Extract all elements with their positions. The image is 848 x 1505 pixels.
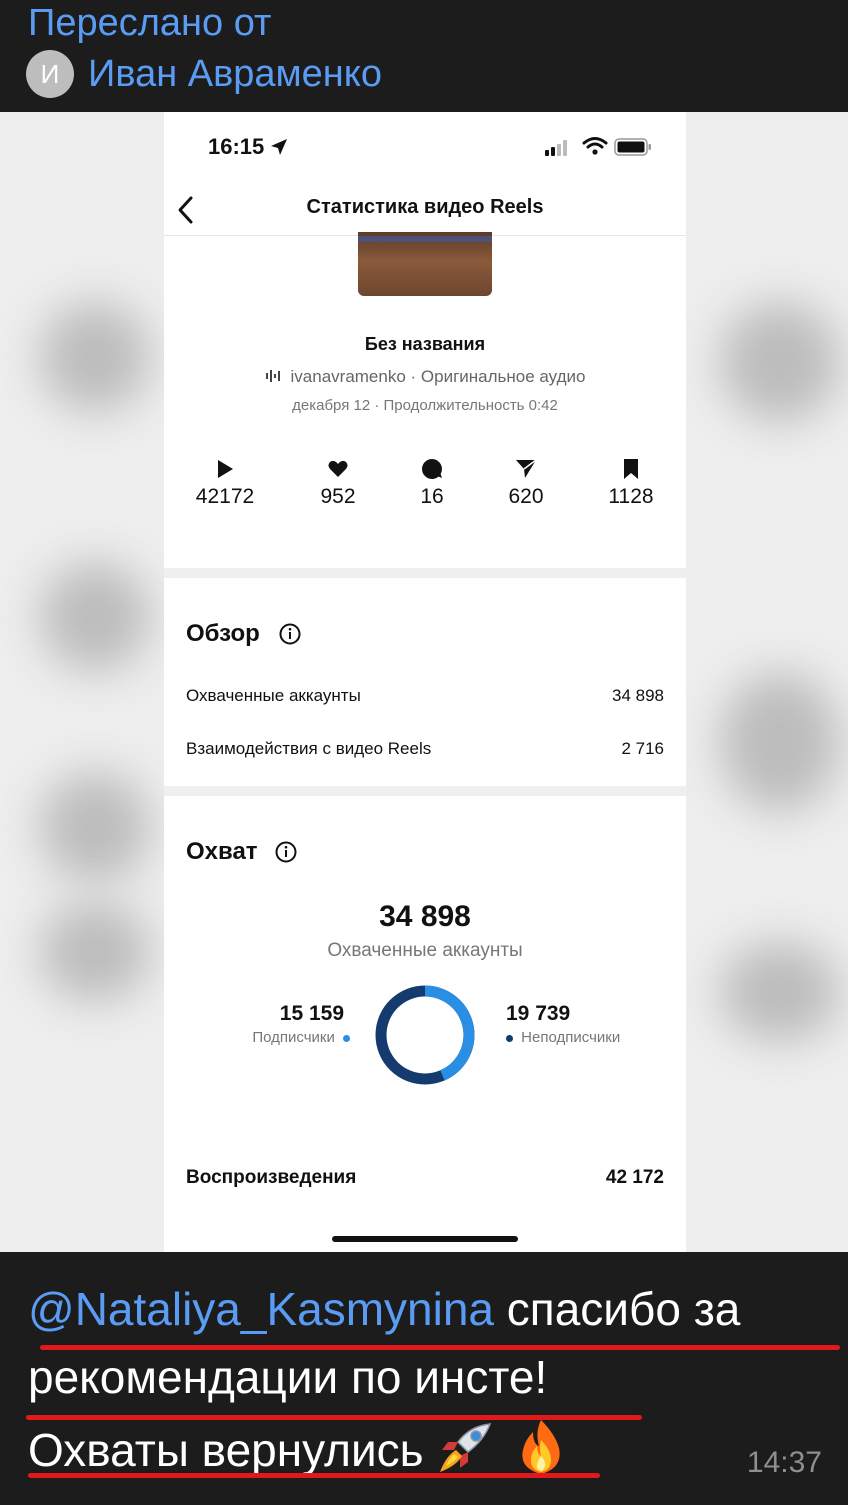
overview-row-label: Взаимодействия с видео Reels [186, 739, 432, 758]
play-icon [218, 460, 233, 478]
followers-label: Подписчики [252, 1029, 335, 1046]
reel-title: Без названия [364, 334, 486, 354]
bookmark-icon [624, 459, 638, 479]
location-arrow-icon [271, 139, 287, 155]
blur-shape [40, 562, 150, 672]
forward-author[interactable]: И Иван Авраменко [26, 50, 382, 98]
reel-thumbnail-edge [358, 236, 492, 242]
blur-shape [40, 902, 150, 1002]
metric-saves: 1128 [586, 458, 676, 509]
reel-audio-text: ivanavramenko · Оригинальное аудио [290, 367, 586, 386]
metric-value: 42172 [195, 485, 255, 508]
caption-line-1: @Nataliya_Kasmynina спасибо за [28, 1282, 740, 1336]
followers-dot [343, 1034, 350, 1042]
message-caption: @Nataliya_Kasmynina спасибо за рекоменда… [0, 1252, 848, 1505]
overview-row-value: 34 898 [612, 686, 664, 705]
wifi-icon [582, 137, 608, 155]
metric-value: 620 [508, 485, 544, 508]
nav-bar: Статистика видео Reels [164, 184, 686, 236]
signal-icon [545, 140, 567, 156]
reel-audio[interactable]: ivanavramenko · Оригинальное аудио [164, 367, 686, 387]
caption-line-2: рекомендации по инсте! [28, 1351, 548, 1403]
caption-line-3: Охваты вернулись [28, 1418, 567, 1477]
non-followers-legend: Неподписчики [506, 1029, 620, 1046]
avatar[interactable]: И [26, 50, 74, 98]
overview-row-value: 2 716 [621, 739, 664, 758]
blur-shape [720, 942, 840, 1042]
blur-shape [40, 302, 150, 412]
metric-value: 1128 [608, 485, 654, 508]
non-followers-dot [506, 1034, 513, 1042]
heart-icon [328, 460, 348, 477]
plays-value: 42 172 [605, 1167, 664, 1188]
caption-text-3: Охваты вернулись [28, 1424, 424, 1476]
metric-likes: 952 [293, 458, 383, 509]
message-time: 14:37 [746, 1446, 822, 1479]
reach-total-label: Охваченные аккаунты [327, 940, 523, 961]
status-time: 16:15 [208, 134, 265, 159]
non-followers-value: 19 739 [506, 1002, 571, 1025]
overview-title: Обзор [186, 620, 260, 647]
reach-card: Охват 34 898 Охваченные аккаунты 15 159 … [164, 796, 686, 1252]
forward-header: Переслано от И Иван Авраменко [0, 0, 848, 112]
red-underline [28, 1473, 600, 1478]
reach-title: Охват [186, 838, 258, 865]
mention-link[interactable]: @Nataliya_Kasmynina [28, 1283, 494, 1335]
forward-label: Переслано от [28, 2, 272, 44]
followers-value: 15 159 [279, 1002, 344, 1025]
metric-value: 16 [420, 485, 444, 508]
overview-row-label: Охваченные аккаунты [186, 686, 361, 705]
caption-text-1: спасибо за [494, 1283, 741, 1335]
battery-icon [614, 138, 651, 156]
home-indicator [332, 1236, 518, 1242]
blur-shape [40, 772, 150, 882]
blur-shape [720, 672, 840, 812]
info-icon[interactable] [275, 841, 297, 863]
message-photo[interactable]: 16:15 Статистика видео Reels Без названи… [0, 112, 848, 1252]
metric-comments: 16 [387, 458, 477, 509]
status-bar: 16:15 [164, 112, 686, 184]
overview-card: Обзор Охваченные аккаунты 34 898 Взаимод… [164, 578, 686, 786]
fire-icon [522, 1420, 560, 1474]
metric-plays: 42172 [180, 458, 270, 509]
reach-total: 34 898 [379, 900, 471, 933]
reach-donut-chart [375, 985, 475, 1085]
plays-label: Воспроизведения [186, 1167, 357, 1188]
page-title: Статистика видео Reels [306, 196, 544, 218]
blur-shape [720, 302, 840, 422]
followers-legend: Подписчики [252, 1029, 350, 1046]
non-followers-label: Неподписчики [521, 1029, 621, 1046]
audio-wave-icon [265, 370, 280, 382]
forward-author-name[interactable]: Иван Авраменко [88, 53, 382, 96]
reel-date: декабря 12 · Продолжительность 0:42 [292, 397, 558, 414]
share-icon [516, 459, 537, 478]
comment-icon [422, 459, 442, 479]
metric-value: 952 [320, 485, 356, 508]
instagram-screenshot: 16:15 Статистика видео Reels Без названи… [164, 112, 686, 1252]
rocket-icon [440, 1423, 492, 1472]
reel-info-card: Без названия ivanavramenko · Оригинально… [164, 232, 686, 568]
metric-shares: 620 [481, 458, 571, 509]
info-icon[interactable] [279, 623, 301, 645]
